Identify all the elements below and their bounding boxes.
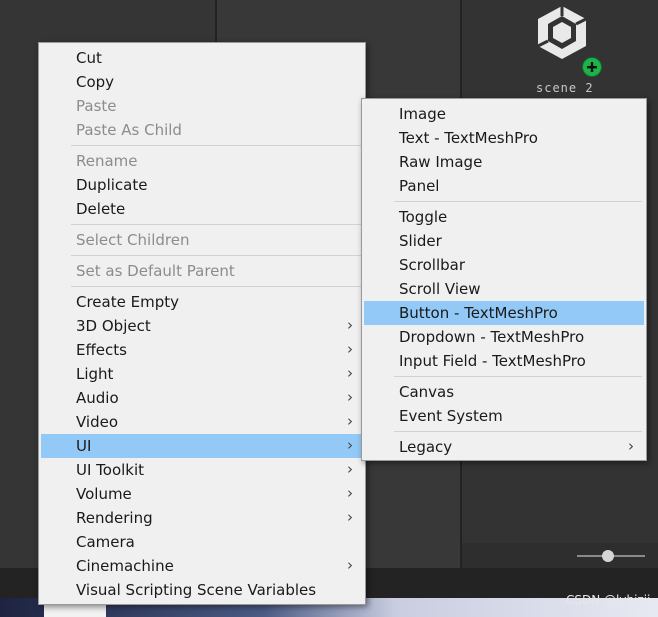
submenu-item-label: Scroll View [399, 280, 481, 298]
submenu-item-label: Dropdown - TextMeshPro [399, 328, 585, 346]
chevron-right-icon: › [347, 340, 353, 358]
menu-item-volume[interactable]: Volume › [41, 482, 363, 506]
menu-item-select-children[interactable]: Select Children [41, 228, 363, 252]
taskbar-tab[interactable] [44, 603, 106, 617]
add-badge-icon [582, 57, 602, 77]
menu-item-paste[interactable]: Paste [41, 94, 363, 118]
submenu-item-input-field-textmeshpro[interactable]: Input Field - TextMeshPro [364, 349, 644, 373]
submenu-item-event-system[interactable]: Event System [364, 404, 644, 428]
menu-separator [71, 145, 361, 146]
submenu-item-legacy[interactable]: Legacy › [364, 435, 644, 459]
scene-asset-label[interactable]: scene 2 [536, 81, 594, 95]
submenu-item-button-textmeshpro[interactable]: Button - TextMeshPro [364, 301, 644, 325]
menu-item-rename[interactable]: Rename [41, 149, 363, 173]
zoom-slider-handle[interactable] [601, 550, 614, 562]
menu-item-ui[interactable]: UI › [41, 434, 363, 458]
submenu-item-scroll-view[interactable]: Scroll View [364, 277, 644, 301]
menu-item-label: Effects [76, 341, 127, 359]
menu-item-label: Volume [76, 485, 132, 503]
submenu-item-label: Legacy [399, 438, 453, 456]
menu-item-label: Paste As Child [76, 121, 182, 139]
chevron-right-icon: › [347, 436, 353, 454]
menu-item-label: Set as Default Parent [76, 262, 235, 280]
menu-item-label: Visual Scripting Scene Variables [76, 581, 317, 599]
menu-separator [71, 224, 361, 225]
submenu-item-label: Raw Image [399, 153, 483, 171]
submenu-item-text-textmeshpro[interactable]: Text - TextMeshPro [364, 126, 644, 150]
menu-separator [394, 376, 642, 377]
menu-item-label: Camera [76, 533, 135, 551]
menu-item-video[interactable]: Video › [41, 410, 363, 434]
menu-item-label: Duplicate [76, 176, 148, 194]
menu-item-effects[interactable]: Effects › [41, 338, 363, 362]
chevron-right-icon: › [347, 364, 353, 382]
submenu-item-label: Scrollbar [399, 256, 465, 274]
menu-item-camera[interactable]: Camera [41, 530, 363, 554]
submenu-item-label: Image [399, 105, 446, 123]
menu-item-paste-as-child[interactable]: Paste As Child [41, 118, 363, 142]
submenu-item-panel[interactable]: Panel [364, 174, 644, 198]
menu-item-rendering[interactable]: Rendering › [41, 506, 363, 530]
menu-item-3d-object[interactable]: 3D Object › [41, 314, 363, 338]
submenu-item-label: Panel [399, 177, 440, 195]
submenu-item-label: Slider [399, 232, 442, 250]
submenu-item-label: Text - TextMeshPro [399, 129, 538, 147]
menu-item-label: 3D Object [76, 317, 151, 335]
chevron-right-icon: › [347, 484, 353, 502]
menu-item-cinemachine[interactable]: Cinemachine › [41, 554, 363, 578]
menu-item-label: Create Empty [76, 293, 179, 311]
menu-item-label: Video [76, 413, 119, 431]
menu-item-audio[interactable]: Audio › [41, 386, 363, 410]
menu-separator [71, 255, 361, 256]
menu-item-label: Delete [76, 200, 126, 218]
submenu-item-slider[interactable]: Slider [364, 229, 644, 253]
watermark: CSDN @lyhizjj [566, 593, 651, 607]
submenu-item-toggle[interactable]: Toggle [364, 205, 644, 229]
menu-item-light[interactable]: Light › [41, 362, 363, 386]
menu-item-delete[interactable]: Delete [41, 197, 363, 221]
chevron-right-icon: › [347, 460, 353, 478]
menu-item-ui-toolkit[interactable]: UI Toolkit › [41, 458, 363, 482]
submenu-item-label: Input Field - TextMeshPro [399, 352, 586, 370]
menu-item-label: UI Toolkit [76, 461, 145, 479]
submenu-item-label: Button - TextMeshPro [399, 304, 558, 322]
chevron-right-icon: › [347, 316, 353, 334]
submenu-item-dropdown-textmeshpro[interactable]: Dropdown - TextMeshPro [364, 325, 644, 349]
menu-item-label: Audio [76, 389, 119, 407]
menu-item-copy[interactable]: Copy [41, 70, 363, 94]
menu-separator [394, 431, 642, 432]
menu-separator [394, 201, 642, 202]
submenu-item-image[interactable]: Image [364, 102, 644, 126]
submenu-item-scrollbar[interactable]: Scrollbar [364, 253, 644, 277]
chevron-right-icon: › [347, 388, 353, 406]
menu-item-set-default-parent[interactable]: Set as Default Parent [41, 259, 363, 283]
submenu-item-raw-image[interactable]: Raw Image [364, 150, 644, 174]
menu-item-duplicate[interactable]: Duplicate [41, 173, 363, 197]
chevron-right-icon: › [347, 508, 353, 526]
menu-item-label: Cinemachine [76, 557, 174, 575]
context-menu: Cut Copy Paste Paste As Child Rename Dup… [38, 42, 366, 605]
submenu-item-canvas[interactable]: Canvas [364, 380, 644, 404]
chevron-right-icon: › [347, 412, 353, 430]
submenu-item-label: Event System [399, 407, 503, 425]
menu-item-label: Select Children [76, 231, 190, 249]
menu-item-label: Rendering [76, 509, 153, 527]
ui-submenu: Image Text - TextMeshPro Raw Image Panel… [361, 98, 647, 461]
menu-item-cut[interactable]: Cut [41, 46, 363, 70]
menu-item-create-empty[interactable]: Create Empty [41, 290, 363, 314]
menu-item-label: Paste [76, 97, 117, 115]
submenu-item-label: Toggle [399, 208, 448, 226]
submenu-item-label: Canvas [399, 383, 455, 401]
menu-item-label: UI [76, 437, 92, 455]
menu-item-label: Rename [76, 152, 138, 170]
menu-item-label: Copy [76, 73, 115, 91]
menu-item-label: Cut [76, 49, 102, 67]
chevron-right-icon: › [628, 437, 634, 455]
menu-item-label: Light [76, 365, 114, 383]
menu-item-visual-scripting-scene-variables[interactable]: Visual Scripting Scene Variables [41, 578, 363, 602]
menu-separator [71, 286, 361, 287]
chevron-right-icon: › [347, 556, 353, 574]
